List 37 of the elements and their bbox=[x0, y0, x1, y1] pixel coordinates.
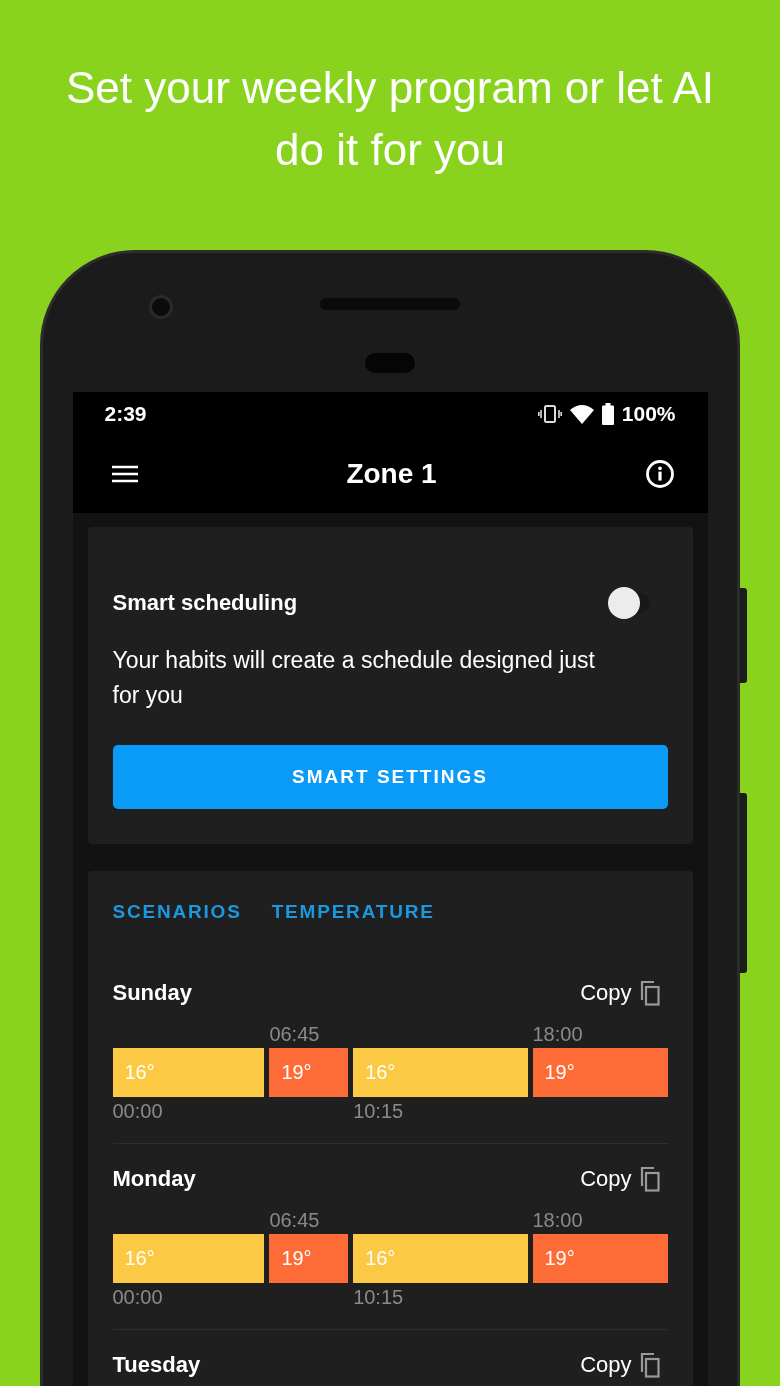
battery-level: 100% bbox=[621, 401, 676, 426]
time-label: 18:00 bbox=[532, 1022, 583, 1046]
temperature-segment[interactable]: 16° bbox=[112, 1234, 265, 1283]
time-label: 06:45 bbox=[269, 1208, 320, 1232]
temperature-segment[interactable]: 16° bbox=[112, 1048, 265, 1097]
camera-lens bbox=[149, 295, 173, 319]
wifi-icon bbox=[569, 403, 594, 424]
temperature-segment[interactable]: 19° bbox=[269, 1234, 349, 1283]
time-label: 10:15 bbox=[353, 1099, 404, 1123]
temperature-segment[interactable]: 16° bbox=[353, 1234, 528, 1283]
time-label: 06:45 bbox=[269, 1022, 320, 1046]
description-text: Your habits will create a schedule designed just for you bbox=[112, 646, 596, 710]
time-label: 00:00 bbox=[112, 1099, 163, 1123]
time-label: 10:15 bbox=[353, 1285, 404, 1309]
day-label: Sunday bbox=[112, 980, 192, 1006]
copy-button[interactable]: Copy bbox=[580, 1352, 660, 1378]
headline: Set your weekly program or let AI do it for you bbox=[64, 62, 716, 176]
tab[interactable]: TEMPERATURE bbox=[271, 897, 435, 927]
temperature-segment[interactable]: 19° bbox=[532, 1048, 668, 1097]
copy-button[interactable]: Copy bbox=[580, 980, 660, 1006]
temperature-segment[interactable]: 19° bbox=[532, 1234, 668, 1283]
day-label: Tuesday bbox=[112, 1352, 201, 1378]
menu-icon[interactable] bbox=[111, 464, 138, 484]
setting-label: Smart scheduling bbox=[112, 590, 298, 616]
vibrate-icon bbox=[537, 403, 562, 424]
info-icon[interactable] bbox=[645, 459, 676, 489]
tab[interactable]: SCENARIOS bbox=[112, 897, 242, 927]
screen-title: Zone 1 bbox=[346, 458, 437, 490]
time-label: 00:00 bbox=[112, 1285, 163, 1309]
copy-button[interactable]: Copy bbox=[580, 1166, 660, 1192]
day-label: Monday bbox=[112, 1166, 196, 1192]
temperature-segment[interactable]: 19° bbox=[269, 1048, 349, 1097]
status-time: 2:39 bbox=[104, 401, 147, 426]
temperature-segment[interactable]: 16° bbox=[353, 1048, 528, 1097]
time-label: 18:00 bbox=[532, 1208, 583, 1232]
battery-icon bbox=[601, 402, 614, 425]
smart-settings-button[interactable]: SMART SETTINGS bbox=[112, 745, 668, 809]
